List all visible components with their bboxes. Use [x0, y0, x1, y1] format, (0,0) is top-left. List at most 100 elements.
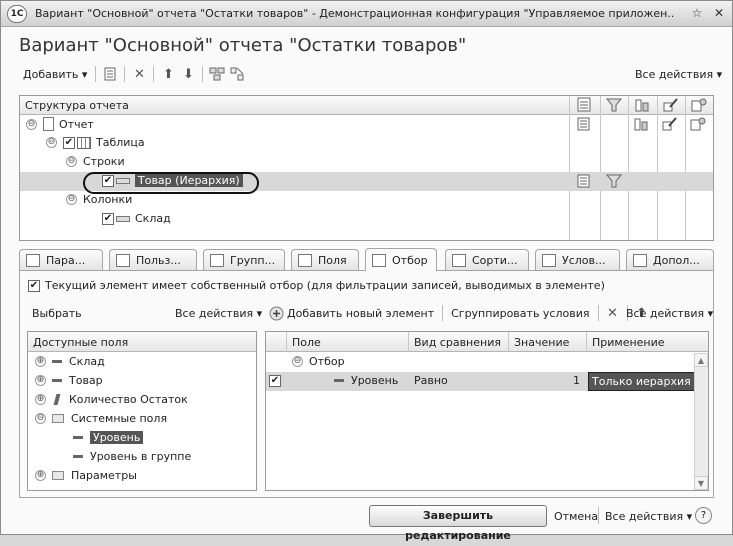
group-icon[interactable] — [209, 66, 225, 82]
move-up-icon[interactable]: ⬆ — [160, 66, 176, 82]
app-logo-icon[interactable]: 1С — [7, 5, 27, 23]
field-item-level[interactable]: Уровень — [28, 429, 256, 448]
collapse-icon[interactable]: ⊖ — [66, 194, 77, 205]
tab-label: Допол... — [653, 253, 700, 267]
select-button[interactable]: Выбрать — [32, 307, 82, 320]
tree-row-rows[interactable]: ⊖ Строки — [20, 153, 713, 172]
footer-all-actions-menu[interactable]: Все действия ▾ — [605, 510, 692, 523]
delete-condition-icon[interactable]: ✕ — [605, 305, 621, 321]
separator — [597, 305, 599, 321]
tab-conditional-format[interactable]: Услов... — [535, 249, 620, 270]
column-header-field[interactable]: Поле — [292, 336, 321, 349]
table-checkbox[interactable]: ✔ — [63, 136, 75, 149]
star-icon[interactable]: ☆ — [689, 6, 705, 22]
form-title: Вариант "Основной" отчета "Остатки товар… — [19, 35, 467, 56]
field-item-parameters[interactable]: ⊕ Параметры — [28, 467, 256, 486]
user-settings-icon — [116, 253, 130, 267]
filter-toolbar: Добавить новый элемент Сгруппировать усл… — [266, 302, 652, 324]
available-fields-pane[interactable]: Доступные поля ⊕ Склад ⊕ Товар ⊕ Количество… — [27, 331, 257, 491]
delete-icon[interactable]: ✕ — [131, 66, 147, 82]
resource-icon — [53, 394, 61, 405]
tab-fields[interactable]: Поля — [291, 249, 359, 270]
tree-row-warehouse[interactable]: ✔ Склад — [20, 210, 713, 229]
ungroup-icon[interactable] — [229, 66, 245, 82]
condition-value[interactable]: 1 — [573, 374, 580, 387]
add-grouping-icon[interactable] — [102, 66, 118, 82]
close-icon[interactable]: ✕ — [711, 6, 727, 22]
tab-groupings[interactable]: Групп... — [203, 249, 285, 270]
vertical-scrollbar[interactable]: ▲ ▼ — [694, 353, 708, 490]
window-title: Вариант "Основной" отчета "Остатки товар… — [35, 7, 675, 20]
add-button[interactable]: Добавить ▾ — [19, 68, 91, 81]
add-new-element-button[interactable]: Добавить новый элемент — [286, 307, 438, 320]
expand-icon[interactable]: ⊕ — [35, 375, 46, 386]
own-filter-row: ✔ Текущий элемент имеет собственный отбо… — [28, 279, 605, 292]
field-item-level-in-group[interactable]: Уровень в группе — [28, 448, 256, 467]
fields-icon — [298, 253, 312, 267]
expand-icon[interactable]: ⊕ — [35, 394, 46, 405]
field-icon — [334, 379, 344, 382]
column-header-value[interactable]: Значение — [514, 336, 569, 349]
scroll-down-icon[interactable]: ▼ — [694, 476, 708, 490]
settings-tabs: Пара... Польз... Групп... Поля Отбор Сор… — [19, 248, 714, 271]
add-plus-icon — [268, 305, 284, 321]
all-actions-top-menu[interactable]: Все действия ▾ — [635, 68, 722, 81]
right-all-actions-label: Все действия — [626, 307, 705, 320]
filter-icon — [372, 253, 386, 267]
column-header-application[interactable]: Применение — [592, 336, 665, 349]
condition-comparison[interactable]: Равно — [414, 374, 448, 387]
group-conditions-button[interactable]: Сгруппировать условия — [447, 307, 593, 320]
collapse-icon[interactable]: ⊖ — [66, 156, 77, 167]
separator — [442, 305, 444, 321]
collapse-icon[interactable]: ⊖ — [35, 413, 46, 424]
conditional-format-column-icon — [663, 98, 678, 112]
field-label: Количество Остаток — [69, 393, 188, 406]
field-label: Уровень в группе — [90, 450, 192, 463]
fields-column-icon — [577, 97, 591, 112]
field-item-system-fields[interactable]: ⊖ Системные поля — [28, 410, 256, 429]
tab-label: Поля — [318, 253, 347, 267]
report-structure-tree[interactable]: Структура отчета ⊖ Отчет ⊖ ✔ Таблица ⊖ С… — [19, 95, 714, 241]
tab-user-settings[interactable]: Польз... — [109, 249, 197, 270]
expand-icon[interactable]: ⊕ — [35, 356, 46, 367]
sort-column-icon — [635, 99, 649, 112]
expand-icon[interactable]: ⊕ — [35, 470, 46, 481]
filter-panel: ✔ Текущий элемент имеет собственный отбо… — [19, 270, 714, 498]
field-item-warehouse[interactable]: ⊕ Склад — [28, 353, 256, 372]
fields-cell-icon — [577, 117, 590, 131]
separator — [95, 66, 97, 82]
field-item-quantity[interactable]: ⊕ Количество Остаток — [28, 391, 256, 410]
own-filter-label: Текущий элемент имеет собственный отбор … — [45, 279, 605, 292]
left-all-actions-menu[interactable]: Все действия ▾ — [175, 307, 262, 320]
tree-label-rows: Строки — [83, 155, 125, 168]
tab-label: Услов... — [562, 253, 606, 267]
collapse-icon[interactable]: ⊖ — [26, 118, 37, 130]
right-all-actions-menu[interactable]: Все действия ▾ — [626, 307, 713, 320]
collapse-icon[interactable]: ⊖ — [46, 137, 57, 148]
tab-sorting[interactable]: Сорти... — [445, 249, 529, 270]
own-filter-checkbox[interactable]: ✔ — [28, 279, 40, 292]
filter-conditions-grid[interactable]: Поле Вид сравнения Значение Применение ⊖… — [265, 331, 709, 491]
report-icon — [43, 117, 54, 131]
condition-field: Уровень — [351, 374, 399, 387]
collapse-icon[interactable]: ⊖ — [292, 356, 303, 367]
scroll-up-icon[interactable]: ▲ — [694, 353, 708, 367]
cancel-button[interactable]: Отмена — [554, 510, 598, 523]
column-header-comparison[interactable]: Вид сравнения — [414, 336, 501, 349]
condition-use-checkbox[interactable]: ✔ — [269, 375, 281, 387]
condition-row[interactable]: ✔ Уровень Равно 1 Только иерархия — [266, 372, 696, 391]
tab-filter[interactable]: Отбор — [365, 248, 437, 271]
tree-row-table[interactable]: ⊖ ✔ Таблица — [20, 134, 713, 153]
title-bar: 1С Вариант "Основной" отчета "Остатки то… — [1, 1, 732, 27]
tree-row-report[interactable]: ⊖ Отчет — [20, 115, 713, 134]
field-item-product[interactable]: ⊕ Товар — [28, 372, 256, 391]
tab-extra[interactable]: Допол... — [626, 249, 714, 270]
warehouse-checkbox[interactable]: ✔ — [102, 212, 114, 225]
finish-editing-button[interactable]: Завершить редактирование — [369, 505, 547, 542]
move-down-icon[interactable]: ⬇ — [180, 66, 196, 82]
help-icon[interactable]: ? — [695, 507, 712, 524]
tree-label-report: Отчет — [59, 117, 94, 131]
condition-application[interactable]: Только иерархия — [588, 372, 696, 391]
condition-group-row[interactable]: ⊖ Отбор — [266, 353, 708, 372]
tab-parameters[interactable]: Пара... — [19, 249, 103, 270]
